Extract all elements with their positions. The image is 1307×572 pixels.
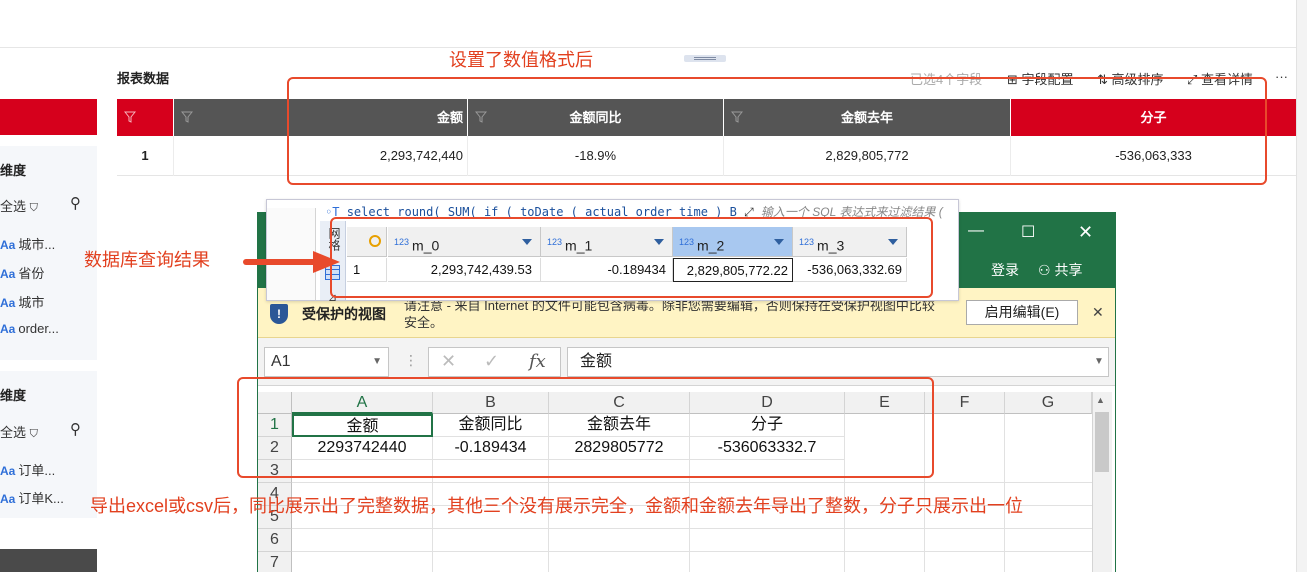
annotation-box-excel (237, 377, 934, 478)
select-all-checkbox[interactable]: 全选 ⛉ (0, 196, 38, 215)
function-icon[interactable]: fx (529, 351, 546, 372)
select-all-checkbox[interactable]: 全选 ⛉ (0, 422, 38, 441)
filter-icon[interactable]: ⛉ (30, 202, 38, 214)
dimension-item[interactable]: Aa 城市... (0, 234, 55, 253)
panel-title: 维度 (0, 163, 27, 178)
row-header[interactable]: 6 (258, 529, 292, 552)
user-add-icon: ⚇ (1038, 262, 1051, 278)
panel-title: 维度 (0, 388, 27, 403)
close-bar-icon[interactable]: ✕ (1092, 304, 1104, 321)
chevron-down-icon: ▼ (372, 356, 382, 367)
column-header[interactable]: G (1005, 392, 1092, 414)
sidebar-footer (0, 549, 97, 572)
resize-handle[interactable] (684, 55, 726, 62)
sidebar-active-item[interactable] (0, 99, 97, 135)
dimension-item[interactable]: Aa 城市 (0, 292, 44, 311)
funnel-icon (181, 111, 193, 123)
minimize-icon[interactable]: — (968, 222, 984, 240)
scroll-thumb[interactable] (1095, 412, 1109, 472)
text-type-icon: Aa (0, 267, 16, 281)
annotation-left: 数据库查询结果 (84, 250, 210, 270)
text-type-icon: Aa (0, 464, 16, 478)
dimension-item[interactable]: Aa 订单K... (0, 488, 64, 507)
formula-input[interactable]: 金额 (567, 347, 1109, 377)
text-type-icon: Aa (0, 238, 16, 252)
check-icon[interactable]: ✓ (484, 351, 499, 372)
search-icon[interactable]: ⚲ (70, 420, 81, 438)
index-header[interactable] (117, 99, 173, 136)
share-button[interactable]: ⚇ 共享 (1038, 260, 1082, 280)
expand-formula-icon[interactable]: ▼ (1094, 356, 1104, 367)
funnel-icon (124, 111, 136, 123)
text-type-icon: Aa (0, 322, 16, 336)
top-bar (0, 0, 1296, 48)
drag-dots-icon: ⋮ (404, 352, 418, 368)
page-scrollbar[interactable] (1296, 0, 1307, 572)
row-index: 1 (117, 136, 174, 176)
dimension-item[interactable]: Aa 省份 (0, 263, 44, 282)
scroll-up-icon[interactable]: ▲ (1096, 395, 1105, 405)
report-title: 报表数据 (117, 71, 170, 86)
row-header[interactable]: 7 (258, 552, 292, 572)
shield-icon: ! (270, 304, 288, 324)
formula-buttons: ✕ ✓ fx (428, 347, 561, 377)
protected-view-title: 受保护的视图 (302, 306, 386, 322)
dimension-panel-1: 维度 全选 ⛉ ⚲ Aa 城市... Aa 省份 Aa 城市 Aa order... (0, 146, 97, 360)
annotation-box-db (330, 217, 933, 298)
maximize-icon[interactable]: ☐ (1021, 222, 1035, 242)
cancel-icon[interactable]: ✕ (441, 351, 456, 372)
enable-editing-button[interactable]: 启用编辑(E) (966, 300, 1078, 325)
search-icon[interactable]: ⚲ (70, 194, 81, 212)
more-button[interactable]: ··· (1275, 69, 1288, 84)
annotation-bottom: 导出excel或csv后，同比展示出了完整数据，其他三个没有展示完全，金额和金额… (90, 496, 1024, 516)
protected-view-message: 请注意 - 来自 Internet 的文件可能包含病毒。除非您需要编辑，否则保持… (404, 298, 935, 330)
annotation-top: 设置了数值格式后 (449, 50, 593, 70)
arrow-icon (243, 251, 340, 273)
column-header[interactable]: F (925, 392, 1005, 414)
name-box[interactable]: A1 ▼ (264, 347, 389, 377)
filter-icon[interactable]: ⛉ (30, 428, 38, 440)
login-button[interactable]: 登录 (991, 260, 1019, 280)
text-type-icon: Aa (0, 492, 16, 506)
dimension-item[interactable]: Aa 订单... (0, 460, 55, 479)
text-type-icon: Aa (0, 296, 16, 310)
dimension-panel-2: 维度 全选 ⛉ ⚲ Aa 订单... Aa 订单K... (0, 371, 97, 518)
annotation-box-report (287, 77, 1267, 185)
dimension-item[interactable]: Aa order... (0, 321, 59, 336)
close-icon[interactable]: ✕ (1078, 222, 1093, 243)
